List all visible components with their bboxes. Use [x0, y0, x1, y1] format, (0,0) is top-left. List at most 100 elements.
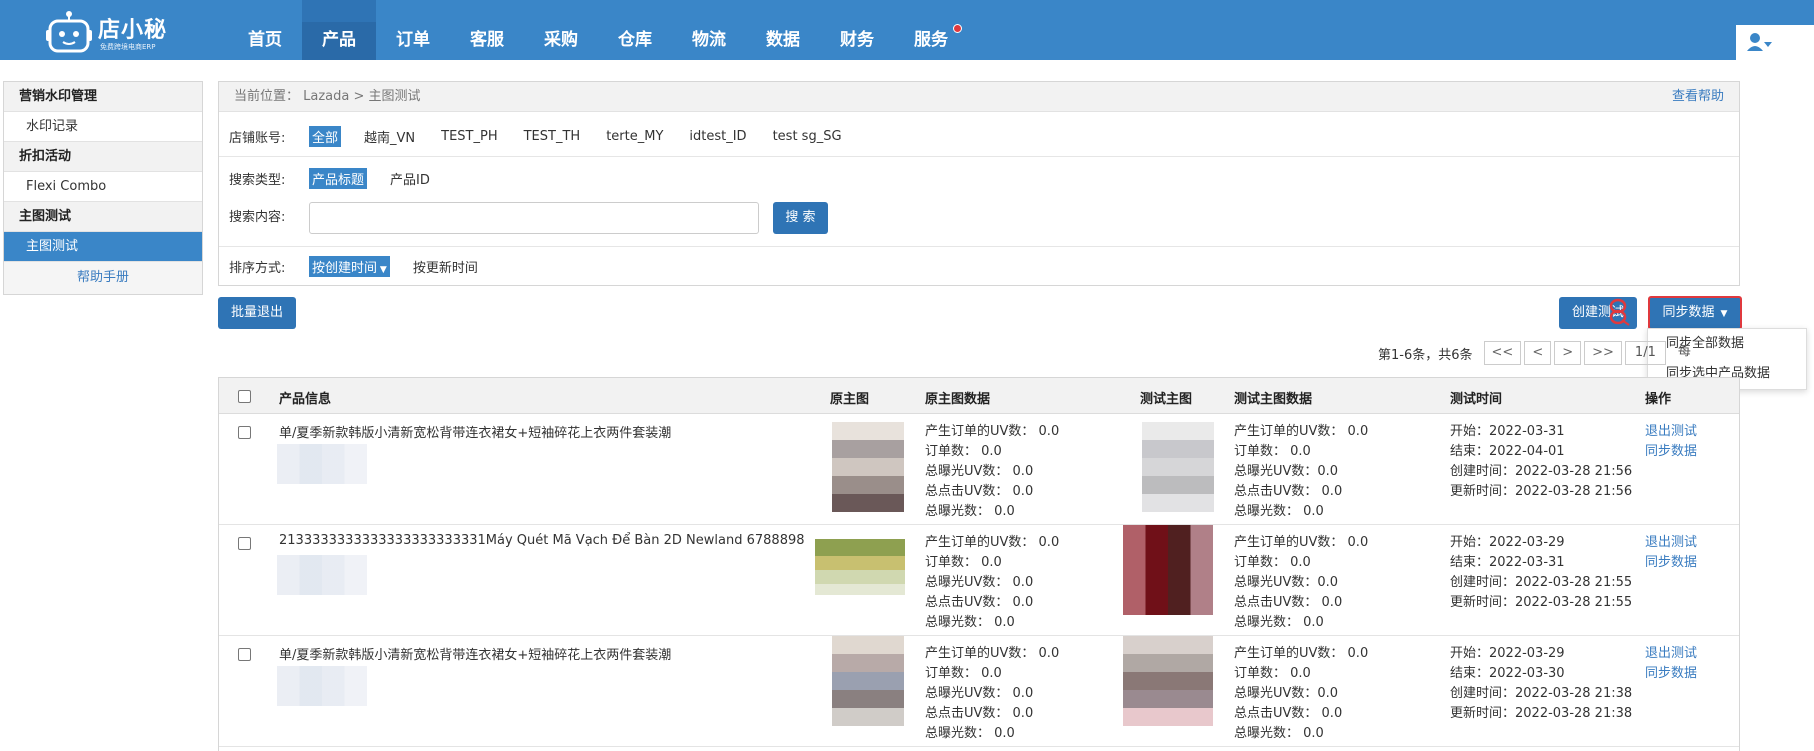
pager-per-page[interactable]: 每 [1669, 341, 1700, 365]
robot-logo-icon [46, 11, 92, 53]
test-table: 产品信息 原主图 原主图数据 测试主图 测试主图数据 测试时间 操作 单/夏季新… [218, 377, 1740, 751]
sidebar-item-image-test[interactable]: 主图测试 [4, 232, 202, 262]
table-row: 单/夏季新款韩版小清新宽松背带连衣裙女+短袖碎花上衣两件套装潮 产生订单的UV数… [219, 636, 1739, 747]
divider [219, 246, 1739, 247]
store-option-th[interactable]: TEST_TH [521, 128, 584, 145]
breadcrumb-text: 当前位置： Lazada > 主图测试 [234, 89, 421, 104]
nav-product[interactable]: 产品 [302, 0, 376, 60]
store-option-my[interactable]: terte_MY [603, 128, 666, 145]
search-input[interactable] [309, 202, 759, 234]
test-image-stats: 产生订单的UV数： 0.0 订单数： 0.0 总曝光UV数：0.0 总点击UV数… [1234, 535, 1369, 630]
nav-services[interactable]: 服务 [894, 0, 968, 60]
product-name: 2133333333333333333333331Máy Quét Mã Vạc… [279, 533, 805, 548]
sort-option-created[interactable]: 按创建时间 ▼ [309, 256, 390, 277]
brand-name: 店小秘 [98, 18, 168, 43]
original-image-stats: 产生订单的UV数： 0.0 订单数： 0.0 总曝光UV数： 0.0 总点击UV… [925, 424, 1060, 519]
col-original-data: 原主图数据 [925, 392, 991, 407]
exit-test-link[interactable]: 退出测试 [1645, 533, 1697, 553]
exit-test-link[interactable]: 退出测试 [1645, 644, 1697, 664]
original-image-stats: 产生订单的UV数： 0.0 订单数： 0.0 总曝光UV数： 0.0 总点击UV… [925, 535, 1060, 630]
store-option-vn[interactable]: 越南_VN [361, 126, 418, 147]
search-content-row: 搜索内容: 搜 索 [229, 202, 828, 234]
row-actions: 退出测试 同步数据 [1645, 422, 1697, 462]
test-image-stats: 产生订单的UV数： 0.0 订单数： 0.0 总曝光UV数：0.0 总点击UV数… [1234, 424, 1369, 519]
breadcrumb: 当前位置： Lazada > 主图测试 查看帮助 [219, 82, 1739, 112]
sidebar: 营销水印管理 水印记录 折扣活动 Flexi Combo 主图测试 主图测试 帮… [3, 81, 203, 295]
brand-tagline: 免费跨境电商ERP [100, 43, 156, 51]
nav-orders[interactable]: 订单 [376, 0, 450, 60]
sync-data-link[interactable]: 同步数据 [1645, 664, 1697, 684]
sidebar-item-watermark-records[interactable]: 水印记录 [4, 112, 202, 142]
sort-label: 排序方式: [229, 261, 286, 276]
store-option-id[interactable]: idtest_ID [686, 128, 749, 145]
search-type-title[interactable]: 产品标题 [309, 168, 368, 189]
row-checkbox[interactable] [238, 648, 251, 661]
batch-exit-button[interactable]: 批量退出 [218, 297, 296, 329]
nav-logistics[interactable]: 物流 [672, 0, 746, 60]
search-type-filter: 搜索类型: 产品标题 产品ID [229, 168, 453, 189]
col-product-info: 产品信息 [279, 392, 332, 407]
store-label: 店铺账号: [229, 131, 286, 146]
col-test-data: 测试主图数据 [1234, 392, 1313, 407]
store-option-ph[interactable]: TEST_PH [438, 128, 500, 145]
top-nav-bar: 店小秘 免费跨境电商ERP 首页 产品 订单 客服 采购 仓库 物流 数据 财务… [0, 0, 1814, 60]
original-image [832, 422, 904, 512]
sync-data-button[interactable]: 同步数据 ▼ [1648, 296, 1742, 330]
caret-down-icon: ▼ [1720, 309, 1728, 319]
sidebar-group-watermark: 营销水印管理 [4, 82, 202, 112]
row-checkbox[interactable] [238, 426, 251, 439]
nav-home[interactable]: 首页 [228, 0, 302, 60]
store-filter: 店铺账号: 全部 越南_VN TEST_PH TEST_TH terte_MY … [229, 126, 865, 147]
table-row: 单/夏季新款韩版小清新宽松背带连衣裙女+短袖碎花上衣两件套装潮 产生订单的UV数… [219, 414, 1739, 525]
test-image [1123, 525, 1213, 615]
exit-test-link[interactable]: 退出测试 [1645, 422, 1697, 442]
pager-last-button[interactable]: >> [1584, 341, 1622, 365]
col-test-time: 测试时间 [1450, 392, 1503, 407]
store-option-all[interactable]: 全部 [309, 126, 342, 147]
main-nav: 首页 产品 订单 客服 采购 仓库 物流 数据 财务 服务 [228, 0, 968, 60]
sidebar-group-discount: 折扣活动 [4, 142, 202, 172]
search-button[interactable]: 搜 索 [773, 202, 828, 234]
cursor-pointer-icon [1609, 298, 1630, 326]
user-icon [1747, 33, 1772, 51]
view-help-link[interactable]: 查看帮助 [1672, 82, 1724, 112]
table-row: 2133333333333333333333331Máy Quét Mã Vạc… [219, 525, 1739, 636]
search-type-label: 搜索类型: [229, 173, 286, 188]
user-menu[interactable] [1736, 25, 1814, 60]
pager-first-button[interactable]: << [1483, 341, 1522, 365]
product-name: 单/夏季新款韩版小清新宽松背带连衣裙女+短袖碎花上衣两件套装潮 [279, 426, 672, 441]
sync-data-link[interactable]: 同步数据 [1645, 553, 1697, 573]
table-header: 产品信息 原主图 原主图数据 测试主图 测试主图数据 测试时间 操作 [219, 378, 1739, 414]
sort-filter: 排序方式: 按创建时间 ▼ 按更新时间 [229, 256, 501, 277]
nav-warehouse[interactable]: 仓库 [598, 0, 672, 60]
product-thumbnail-placeholder [277, 666, 367, 706]
sidebar-help-link[interactable]: 帮助手册 [4, 262, 202, 294]
pager-page-indicator: 1/1 [1624, 341, 1666, 365]
pager-prev-button[interactable]: < [1524, 341, 1552, 365]
col-original-image: 原主图 [830, 392, 870, 407]
select-all-checkbox[interactable] [238, 390, 251, 403]
test-time-info: 开始：2022-03-29 结束：2022-03-31 创建时间：2022-03… [1450, 535, 1633, 610]
pager-next-button[interactable]: > [1554, 341, 1582, 365]
nav-purchase[interactable]: 采购 [524, 0, 598, 60]
sort-option-updated[interactable]: 按更新时间 [410, 256, 481, 277]
divider [219, 156, 1739, 157]
product-name: 单/夏季新款韩版小清新宽松背带连衣裙女+短袖碎花上衣两件套装潮 [279, 648, 672, 663]
nav-data[interactable]: 数据 [746, 0, 820, 60]
original-image [832, 636, 904, 726]
sidebar-group-image-test: 主图测试 [4, 202, 202, 232]
row-actions: 退出测试 同步数据 [1645, 533, 1697, 573]
col-test-image: 测试主图 [1140, 392, 1193, 407]
logo[interactable]: 店小秘 免费跨境电商ERP [46, 8, 186, 53]
search-type-id[interactable]: 产品ID [387, 168, 433, 189]
store-option-sg[interactable]: test sg_SG [770, 128, 845, 145]
sync-data-link[interactable]: 同步数据 [1645, 442, 1697, 462]
nav-service[interactable]: 客服 [450, 0, 524, 60]
filter-panel: 当前位置： Lazada > 主图测试 查看帮助 店铺账号: 全部 越南_VN … [218, 81, 1740, 286]
sidebar-item-flexi-combo[interactable]: Flexi Combo [4, 172, 202, 202]
row-checkbox[interactable] [238, 537, 251, 550]
col-actions: 操作 [1645, 392, 1672, 407]
test-time-info: 开始：2022-03-29 结束：2022-03-30 创建时间：2022-03… [1450, 646, 1633, 721]
test-time-info: 开始：2022-03-31 结束：2022-04-01 创建时间：2022-03… [1450, 424, 1633, 499]
nav-finance[interactable]: 财务 [820, 0, 894, 60]
